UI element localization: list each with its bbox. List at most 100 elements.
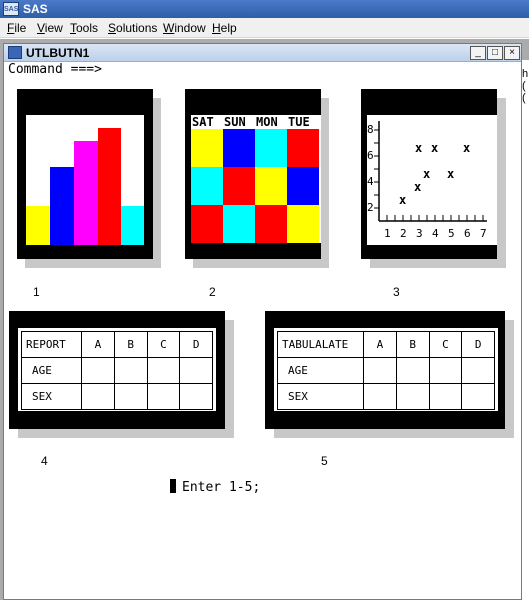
menu-bar: File View Tools Solutions Window Help bbox=[0, 18, 529, 38]
column-header: C bbox=[428, 331, 463, 358]
scatter-point: x bbox=[423, 167, 431, 181]
command-line[interactable]: Command ===> bbox=[8, 62, 102, 77]
window-title: UTLBUTN1 bbox=[26, 46, 90, 60]
calendar-cell bbox=[287, 205, 319, 243]
menu-file[interactable]: File bbox=[7, 21, 26, 35]
tabulate-table-panel: TABULALATE A B C D AGE SEX bbox=[274, 328, 498, 411]
table-cell bbox=[363, 357, 397, 384]
x-tick-label: 6 bbox=[464, 227, 471, 240]
bar-chart bbox=[26, 115, 144, 245]
option-4-number: 4 bbox=[41, 454, 48, 468]
report-header: REPORT bbox=[21, 331, 82, 358]
maximize-button[interactable]: □ bbox=[487, 46, 503, 60]
calendar-cell bbox=[255, 129, 287, 167]
column-header: D bbox=[179, 331, 213, 358]
table-cell bbox=[179, 357, 213, 384]
day-label-tue: TUE bbox=[288, 115, 310, 129]
column-header: A bbox=[363, 331, 397, 358]
menu-solutions[interactable]: Solutions bbox=[108, 21, 157, 35]
table-cell bbox=[81, 383, 115, 410]
report-table: REPORT A B C D AGE SEX bbox=[21, 331, 213, 410]
table-cell bbox=[428, 383, 463, 410]
column-header: B bbox=[113, 331, 148, 358]
menu-view[interactable]: View bbox=[37, 21, 63, 35]
calendar-cell bbox=[287, 129, 319, 167]
scatter-point: x bbox=[415, 141, 423, 155]
scatter-point: x bbox=[414, 180, 422, 194]
table-cell bbox=[395, 357, 430, 384]
row-label: AGE bbox=[21, 357, 82, 384]
scatter-plot: 2 4 6 8 1 2 3 4 5 6 7 x x x x x x x bbox=[367, 115, 497, 245]
window-icon bbox=[8, 46, 22, 59]
edge-char: ( bbox=[522, 92, 526, 104]
option-4-tile[interactable]: REPORT A B C D AGE SEX bbox=[9, 311, 225, 429]
option-5-tile[interactable]: TABULALATE A B C D AGE SEX bbox=[265, 311, 505, 429]
option-5-number: 5 bbox=[321, 454, 328, 468]
menu-help[interactable]: Help bbox=[212, 21, 237, 35]
menu-tools[interactable]: Tools bbox=[70, 21, 98, 35]
table-cell bbox=[113, 383, 148, 410]
calendar-cell bbox=[255, 205, 287, 243]
x-tick-label: 2 bbox=[400, 227, 407, 240]
day-label-sat: SAT bbox=[192, 115, 214, 129]
calendar-cell bbox=[191, 205, 223, 243]
column-header: D bbox=[461, 331, 495, 358]
report-table-panel: REPORT A B C D AGE SEX bbox=[18, 328, 216, 411]
calendar-cell bbox=[223, 129, 255, 167]
x-tick-label: 7 bbox=[480, 227, 487, 240]
option-3-number: 3 bbox=[393, 285, 400, 299]
option-1-tile[interactable] bbox=[17, 89, 153, 259]
chart-bar bbox=[74, 141, 98, 245]
row-label: SEX bbox=[277, 383, 364, 410]
app-titlebar: SAS SAS bbox=[0, 0, 529, 18]
scatter-point: x bbox=[399, 193, 407, 207]
calendar-cell bbox=[287, 167, 319, 205]
day-label-sun: SUN bbox=[224, 115, 246, 129]
chart-bar bbox=[98, 128, 121, 245]
scatter-axes bbox=[374, 121, 487, 222]
app-title: SAS bbox=[23, 2, 48, 16]
y-tick-label: 8 bbox=[367, 123, 374, 136]
text-cursor bbox=[168, 479, 176, 493]
calendar-cell bbox=[223, 205, 255, 243]
calendar-cell bbox=[223, 167, 255, 205]
row-label: AGE bbox=[277, 357, 364, 384]
x-tick-label: 1 bbox=[384, 227, 391, 240]
calendar-grid: SAT SUN MON TUE bbox=[191, 115, 321, 243]
menu-window[interactable]: Window bbox=[163, 21, 206, 35]
day-label-mon: MON bbox=[256, 115, 278, 129]
tabulate-table: TABULALATE A B C D AGE SEX bbox=[277, 331, 495, 410]
column-header: A bbox=[81, 331, 115, 358]
option-1-number: 1 bbox=[33, 285, 40, 299]
chart-bar bbox=[26, 206, 50, 245]
table-cell bbox=[179, 383, 213, 410]
scatter-point: x bbox=[463, 141, 471, 155]
table-cell bbox=[146, 383, 181, 410]
option-3-tile[interactable]: 2 4 6 8 1 2 3 4 5 6 7 x x x x x x x bbox=[361, 89, 497, 259]
y-tick-label: 2 bbox=[367, 201, 374, 214]
sas-app-icon: SAS bbox=[3, 2, 19, 16]
table-cell bbox=[461, 383, 495, 410]
y-tick-label: 6 bbox=[367, 149, 374, 162]
table-cell bbox=[81, 357, 115, 384]
tabulate-header: TABULALATE bbox=[277, 331, 364, 358]
table-cell bbox=[395, 383, 430, 410]
row-label: SEX bbox=[21, 383, 82, 410]
calendar-cell bbox=[255, 167, 287, 205]
scatter-point: x bbox=[447, 167, 455, 181]
x-tick-label: 3 bbox=[416, 227, 423, 240]
prompt-text: Enter 1-5; bbox=[182, 480, 261, 495]
minimize-button[interactable]: _ bbox=[470, 46, 486, 60]
option-2-tile[interactable]: SAT SUN MON TUE bbox=[185, 89, 321, 259]
x-tick-label: 5 bbox=[448, 227, 455, 240]
table-cell bbox=[113, 357, 148, 384]
selection-prompt[interactable]: Enter 1-5; bbox=[168, 479, 260, 495]
close-button[interactable]: × bbox=[504, 46, 520, 60]
x-tick-label: 4 bbox=[432, 227, 439, 240]
window-titlebar[interactable]: UTLBUTN1 _ □ × bbox=[4, 44, 521, 62]
table-cell bbox=[363, 383, 397, 410]
calendar-cell bbox=[191, 167, 223, 205]
calendar-cell bbox=[191, 129, 223, 167]
table-cell bbox=[461, 357, 495, 384]
background-window-edge: h ( ( bbox=[522, 60, 529, 600]
